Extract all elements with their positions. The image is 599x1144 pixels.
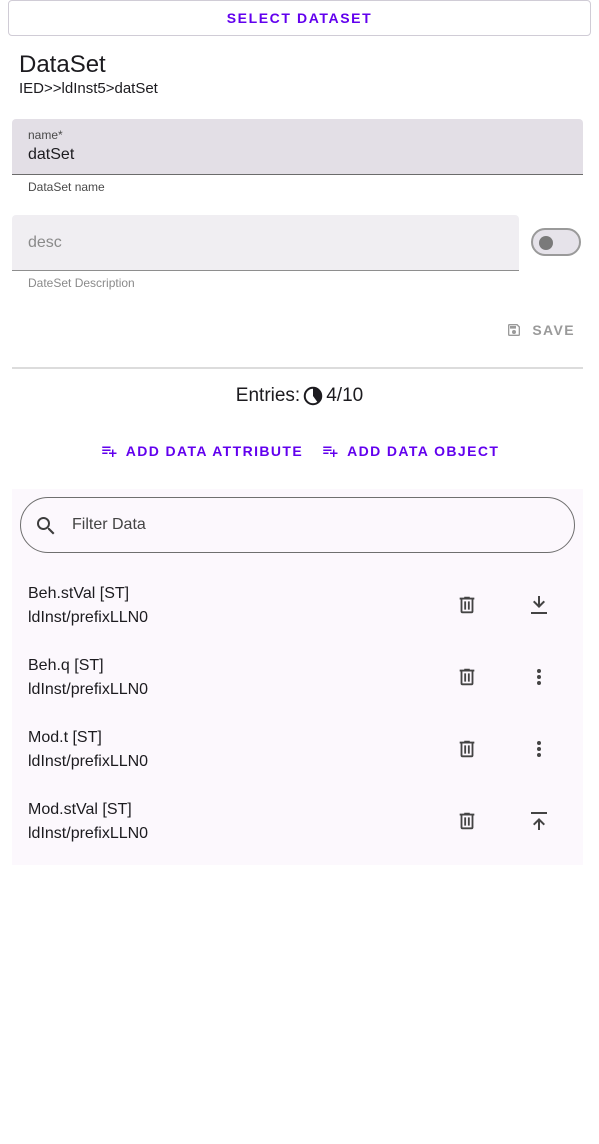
delete-icon[interactable] [453, 663, 481, 691]
desc-field-placeholder: desc [28, 234, 62, 251]
item-name: Beh.stVal [ST] [28, 585, 130, 602]
delete-icon[interactable] [453, 735, 481, 763]
more-vert-icon[interactable] [525, 735, 553, 763]
save-button[interactable]: SAVE [505, 316, 583, 344]
delete-icon[interactable] [453, 807, 481, 835]
playlist-add-icon [321, 442, 339, 460]
name-helper-text: DataSet name [28, 180, 105, 194]
desc-toggle-switch[interactable] [531, 228, 581, 256]
list-item[interactable]: Mod.t [ST] ldInst/prefixLLN0 [12, 713, 583, 785]
select-dataset-button[interactable]: Select DataSet [8, 0, 591, 36]
add-data-object-label: Add Data Object [347, 443, 500, 459]
add-data-attribute-button[interactable]: Add Data Attribute [100, 436, 303, 466]
filter-input[interactable]: Filter Data [20, 497, 575, 553]
more-vert-icon[interactable] [525, 663, 553, 691]
item-path: ldInst/prefixLLN0 [28, 825, 149, 842]
desc-helper-text: DateSet Description [28, 276, 135, 290]
save-icon [506, 322, 522, 338]
list-item[interactable]: Beh.q [ST] ldInst/prefixLLN0 [12, 641, 583, 713]
switch-knob [539, 236, 553, 250]
add-data-object-button[interactable]: Add Data Object [321, 436, 499, 466]
desc-field[interactable]: desc [12, 215, 519, 271]
item-name: Mod.stVal [ST] [28, 801, 132, 818]
save-label: SAVE [532, 322, 575, 338]
search-icon [34, 514, 58, 538]
item-path: ldInst/prefixLLN0 [28, 609, 149, 626]
item-name: Beh.q [ST] [28, 657, 104, 674]
breadcrumb: IED>>ldInst5>datSet [19, 80, 158, 97]
move-up-icon[interactable] [525, 807, 553, 835]
divider [12, 367, 583, 369]
filter-placeholder: Filter Data [72, 516, 146, 533]
page-title: DataSet [19, 51, 106, 78]
list-item[interactable]: Mod.stVal [ST] ldInst/prefixLLN0 [12, 785, 583, 857]
entries-label: Entries: [235, 385, 301, 406]
delete-icon[interactable] [453, 591, 481, 619]
item-name: Mod.t [ST] [28, 729, 102, 746]
entries-progress-icon [302, 385, 324, 407]
item-path: ldInst/prefixLLN0 [28, 753, 149, 770]
entries-counter: Entries: 4/10 [0, 385, 599, 407]
add-buttons-row: Add Data Attribute Add Data Object [0, 436, 599, 466]
entries-count: 4/10 [326, 385, 364, 406]
move-down-icon[interactable] [525, 591, 553, 619]
add-data-attribute-label: Add Data Attribute [125, 443, 304, 459]
item-path: ldInst/prefixLLN0 [28, 681, 149, 698]
list-item[interactable]: Beh.stVal [ST] ldInst/prefixLLN0 [12, 569, 583, 641]
playlist-add-icon [100, 442, 118, 460]
name-field[interactable]: name* datSet [12, 119, 583, 175]
name-field-label: name* [28, 128, 63, 142]
name-field-value[interactable]: datSet [28, 146, 74, 164]
fcda-list-panel: Filter Data Beh.stVal [ST] ldInst/prefix… [12, 489, 583, 865]
